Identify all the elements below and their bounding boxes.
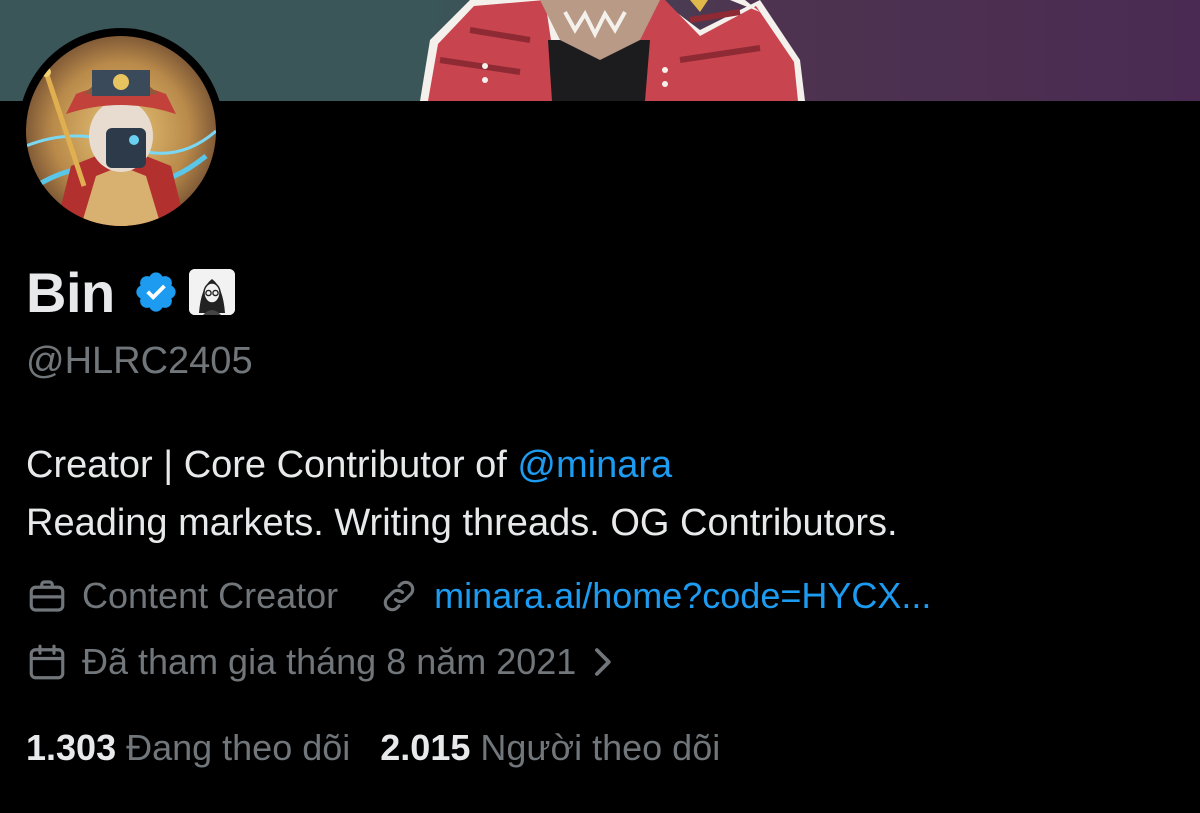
joined-date: Đã tham gia tháng 8 năm 2021 — [82, 641, 577, 682]
affiliate-badge-icon[interactable] — [188, 269, 235, 315]
link-icon — [378, 575, 420, 617]
profile-handle: @HLRC2405 — [26, 340, 253, 382]
bio-text: Creator | Core Contributor of — [26, 444, 518, 486]
profile-stats: 1.303 Đang theo dõi 2.015 Người theo dõi — [26, 722, 720, 774]
bio-line-2: Reading markets. Writing threads. OG Con… — [26, 502, 898, 544]
following-stat[interactable]: 1.303 Đang theo dõi — [26, 727, 350, 769]
chevron-right-icon[interactable] — [588, 645, 616, 679]
followers-count: 2.015 — [380, 727, 471, 768]
followers-label: Người theo dõi — [480, 727, 721, 768]
category-label: Content Creator — [82, 575, 339, 616]
avatar-image — [26, 36, 216, 226]
calendar-icon — [26, 641, 68, 683]
following-label: Đang theo dõi — [126, 727, 351, 768]
bio-mention-link[interactable]: @minara — [517, 444, 672, 486]
followers-stat[interactable]: 2.015 Người theo dõi — [380, 727, 720, 769]
bio-line-1: Creator | Core Contributor of @minara — [26, 436, 898, 494]
profile-page: Bin @HLRC2405 Creator | Core Contributor… — [0, 0, 1200, 813]
website-link[interactable]: minara.ai/home?code=HYCX... — [434, 575, 931, 617]
following-count: 1.303 — [26, 727, 117, 768]
name-row: Bin — [26, 256, 235, 328]
verified-badge-icon[interactable] — [133, 269, 179, 315]
profile-avatar[interactable] — [18, 28, 224, 234]
briefcase-icon — [26, 575, 68, 617]
profile-bio: Creator | Core Contributor of @minara Re… — [26, 436, 898, 552]
website-item[interactable]: minara.ai/home?code=HYCX... — [378, 575, 931, 617]
display-name: Bin — [26, 260, 115, 324]
profile-meta-row: Content Creator minara.ai/home?code=HYCX… — [26, 570, 931, 622]
joined-row[interactable]: Đã tham gia tháng 8 năm 2021 — [26, 636, 616, 688]
category-item: Content Creator — [26, 575, 338, 617]
